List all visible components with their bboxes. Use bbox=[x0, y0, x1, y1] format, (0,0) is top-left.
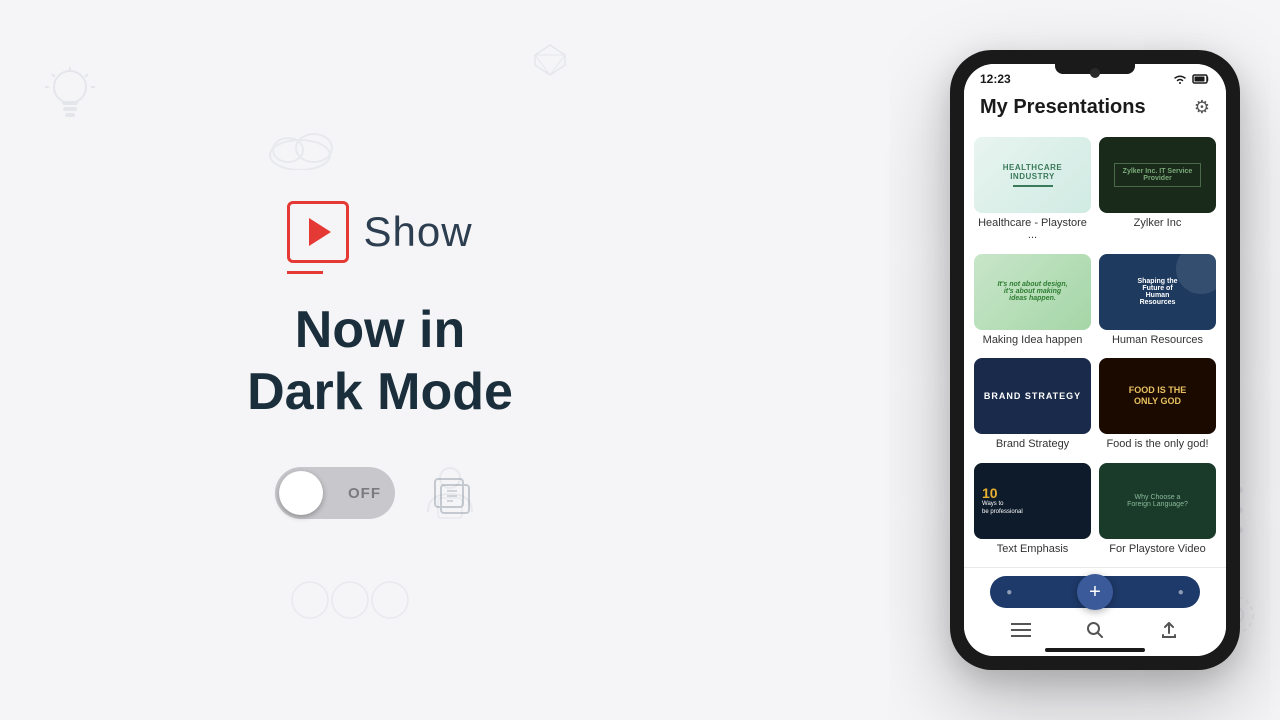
phone-camera bbox=[1090, 68, 1100, 78]
presentations-grid[interactable]: HEALTHCARE INDUSTRY Healthcare - Playsto… bbox=[964, 129, 1226, 567]
tagline-line2: Dark Mode bbox=[247, 363, 513, 421]
search-icon bbox=[1086, 621, 1104, 639]
dark-mode-toggle[interactable]: OFF bbox=[275, 467, 395, 519]
presentation-thumbnail: 10 Ways tobe professional bbox=[974, 463, 1091, 539]
phone-outer: 12:23 My Presentations bbox=[950, 50, 1240, 670]
thumb-label: Zylker Inc. IT Service Provider bbox=[1114, 163, 1202, 187]
settings-button[interactable]: ⚙ bbox=[1194, 97, 1210, 118]
toggle-label: OFF bbox=[348, 485, 381, 502]
battery-icon bbox=[1192, 73, 1210, 85]
phone-mockup: 12:23 My Presentations bbox=[950, 20, 1240, 700]
list-item[interactable]: Why Choose aForeign Language? For Playst… bbox=[1099, 463, 1216, 560]
list-item[interactable]: FOOD IS THEONLY GOD Food is the only god… bbox=[1099, 358, 1216, 455]
search-button[interactable] bbox=[1075, 616, 1115, 644]
share-icon-wrap bbox=[425, 467, 485, 519]
toggle-knob bbox=[279, 471, 323, 515]
presentation-name: Human Resources bbox=[1099, 334, 1216, 346]
presentation-name: Healthcare - Playstore ... bbox=[974, 217, 1091, 241]
presentation-name: Zylker Inc bbox=[1099, 217, 1216, 229]
nav-bar-text-left: ● bbox=[1006, 587, 1012, 598]
upload-icon bbox=[1160, 621, 1178, 639]
status-icons bbox=[1172, 73, 1210, 85]
thumb-label: Shaping theFuture ofHumanResources bbox=[1137, 278, 1177, 306]
bottom-navigation: ● ● + bbox=[964, 567, 1226, 656]
presentation-name: Text Emphasis bbox=[974, 543, 1091, 555]
presentation-name: Making Idea happen bbox=[974, 334, 1091, 346]
presentation-name: Food is the only god! bbox=[1099, 438, 1216, 450]
logo-area: Show bbox=[287, 201, 472, 263]
presentation-thumbnail: FOOD IS THEONLY GOD bbox=[1099, 358, 1216, 434]
thumb-decoration bbox=[1013, 185, 1053, 187]
add-button[interactable]: + bbox=[1077, 574, 1113, 610]
tagline-line1: Now in bbox=[295, 301, 465, 359]
list-item[interactable]: It's not about design,it's about makingi… bbox=[974, 254, 1091, 351]
list-item[interactable]: HEALTHCARE INDUSTRY Healthcare - Playsto… bbox=[974, 137, 1091, 246]
fab-container: ● ● + bbox=[964, 576, 1226, 608]
presentation-thumbnail: BRAND STRATEGY bbox=[974, 358, 1091, 434]
thumb-label: BRAND STRATEGY bbox=[984, 391, 1081, 401]
app-name: Show bbox=[363, 208, 472, 256]
thumb-label: Why Choose aForeign Language? bbox=[1127, 494, 1188, 508]
list-item[interactable]: Zylker Inc. IT Service Provider Zylker I… bbox=[1099, 137, 1216, 246]
home-indicator bbox=[1045, 648, 1145, 652]
phone-screen: 12:23 My Presentations bbox=[964, 64, 1226, 656]
menu-button[interactable] bbox=[1001, 616, 1041, 644]
thumb-label: Ways tobe professional bbox=[982, 501, 1023, 517]
presentation-thumbnail: Zylker Inc. IT Service Provider bbox=[1099, 137, 1216, 213]
list-item[interactable]: 10 Ways tobe professional Text Emphasis bbox=[974, 463, 1091, 560]
thumb-label: HEALTHCARE INDUSTRY bbox=[982, 163, 1083, 181]
presentation-name: Brand Strategy bbox=[974, 438, 1091, 450]
nav-bar-text-right: ● bbox=[1178, 587, 1184, 598]
list-item[interactable]: Shaping theFuture ofHumanResources Human… bbox=[1099, 254, 1216, 351]
presentation-thumbnail: It's not about design,it's about makingi… bbox=[974, 254, 1091, 330]
nav-icons bbox=[964, 616, 1226, 644]
presentation-thumbnail: Shaping theFuture ofHumanResources bbox=[1099, 254, 1216, 330]
list-item[interactable]: BRAND STRATEGY Brand Strategy bbox=[974, 358, 1091, 455]
app-title: My Presentations bbox=[980, 96, 1146, 119]
play-icon bbox=[309, 218, 331, 246]
presentation-thumbnail: HEALTHCARE INDUSTRY bbox=[974, 137, 1091, 213]
app-header: My Presentations ⚙ bbox=[964, 90, 1226, 129]
thumb-label: FOOD IS THEONLY GOD bbox=[1129, 385, 1187, 407]
status-time: 12:23 bbox=[980, 72, 1011, 86]
thumb-label: It's not about design,it's about makingi… bbox=[993, 277, 1071, 306]
left-panel: Show Now in Dark Mode OFF bbox=[0, 0, 760, 720]
plus-icon: + bbox=[1089, 582, 1101, 602]
thumb-number: 10 bbox=[982, 485, 998, 501]
presentation-name: For Playstore Video bbox=[1099, 543, 1216, 555]
upload-button[interactable] bbox=[1149, 616, 1189, 644]
presentation-thumbnail: Why Choose aForeign Language? bbox=[1099, 463, 1216, 539]
toggle-row: OFF bbox=[275, 467, 485, 519]
app-logo-icon bbox=[287, 201, 349, 263]
tagline: Now in Dark Mode bbox=[247, 299, 513, 424]
wifi-icon bbox=[1172, 73, 1188, 85]
share-icon bbox=[433, 471, 477, 515]
hamburger-icon bbox=[1011, 622, 1031, 638]
